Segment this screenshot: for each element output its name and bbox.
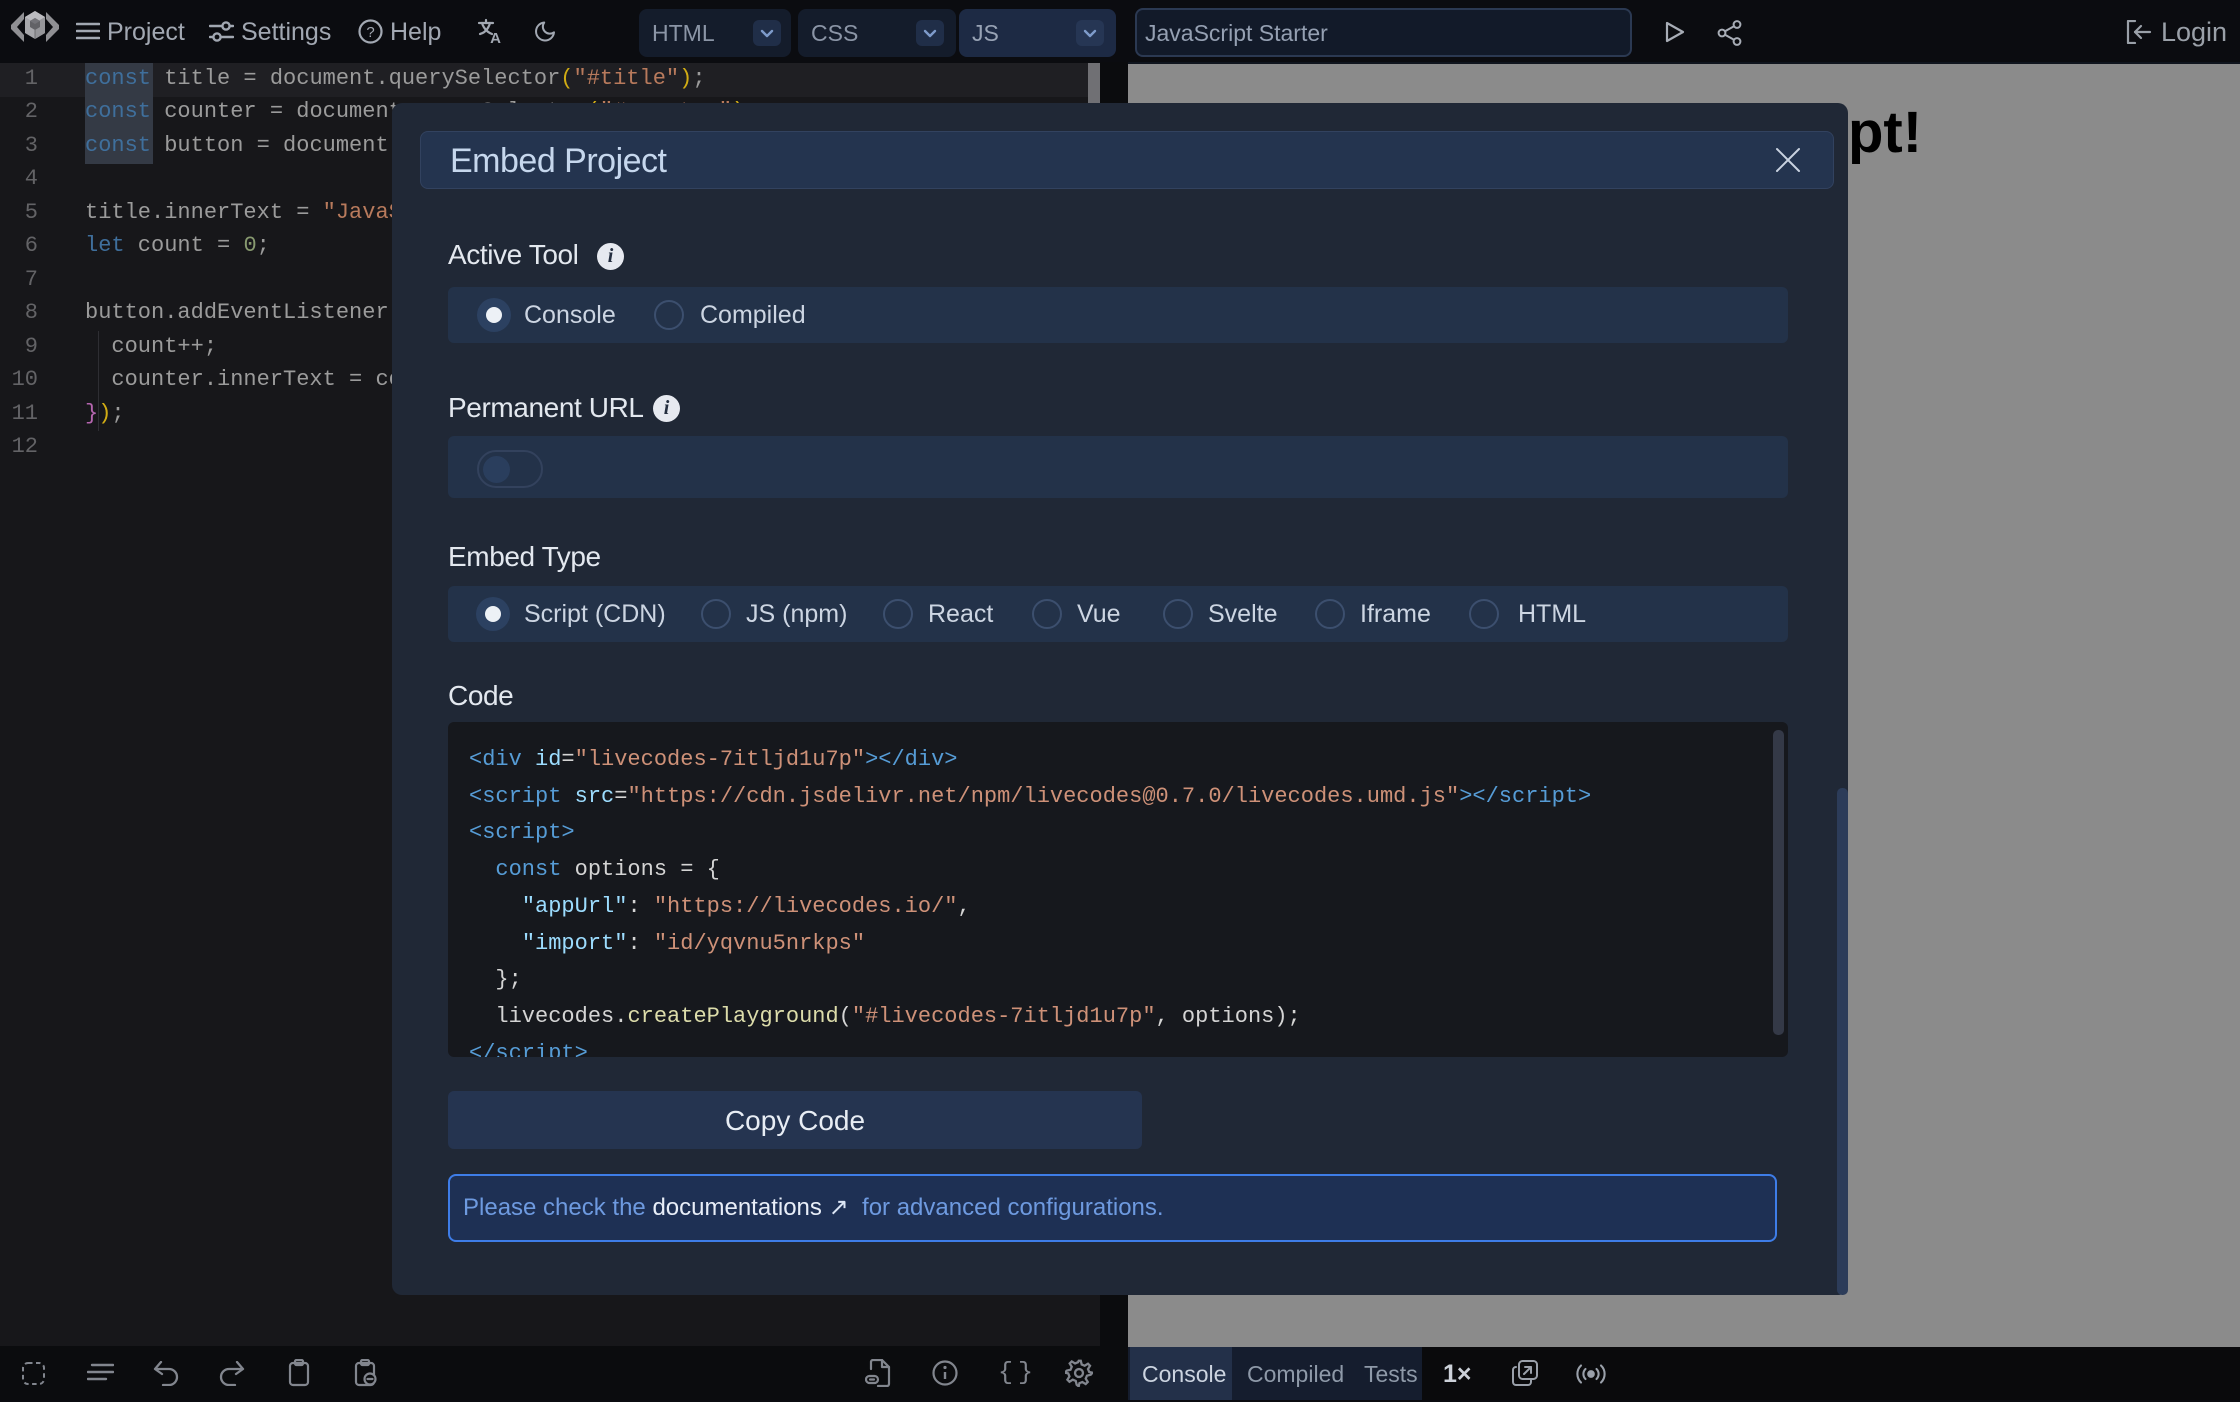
svg-text:A: A [490, 30, 501, 45]
svg-text:?: ? [366, 24, 374, 41]
